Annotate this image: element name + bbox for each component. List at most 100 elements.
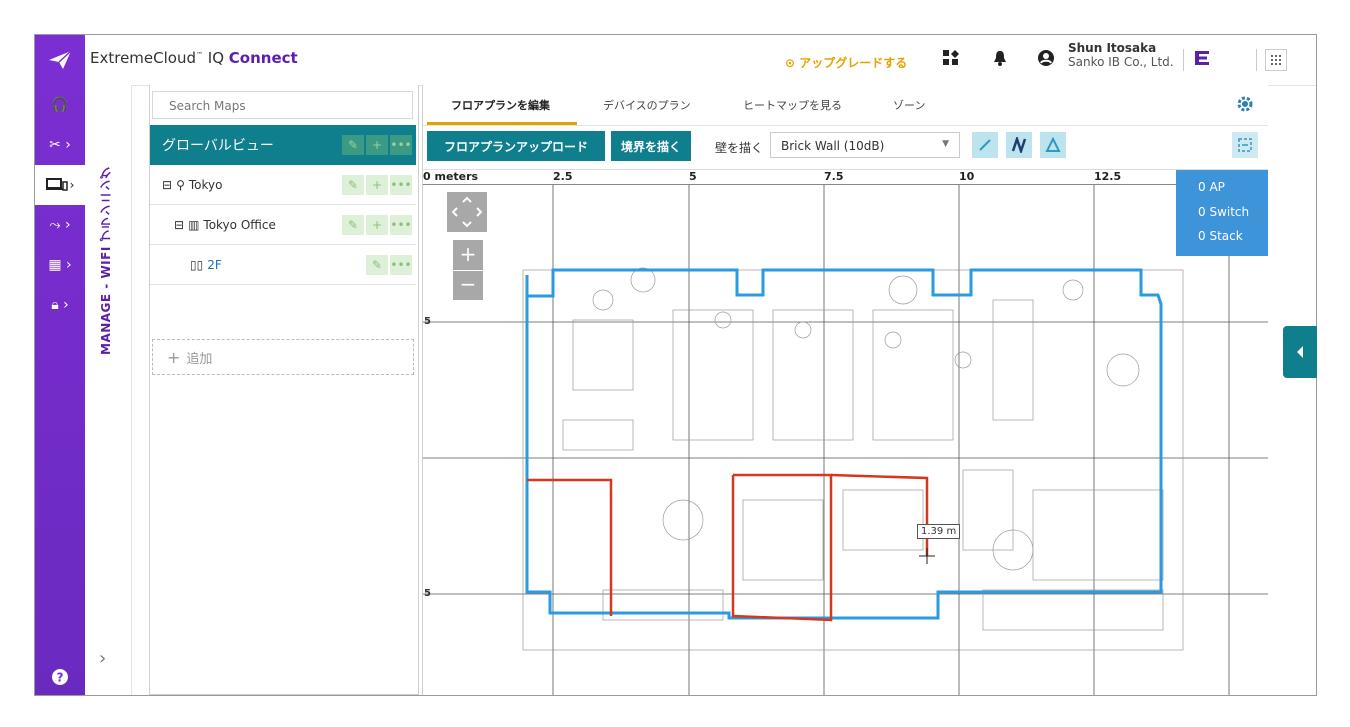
device-count-panel: 0 AP 0 Switch 0 Stack bbox=[1176, 170, 1268, 256]
more-icon[interactable]: ••• bbox=[390, 135, 412, 155]
add-icon[interactable]: + bbox=[366, 175, 388, 195]
tab-zones[interactable]: ゾーン bbox=[893, 97, 925, 113]
tab-device-plan[interactable]: デバイスのプラン bbox=[603, 97, 691, 113]
row-actions: ✎ + ••• bbox=[342, 215, 412, 235]
tree-item-tokyo-office[interactable]: ⊟ ▥ Tokyo Office ✎ + ••• bbox=[150, 205, 416, 245]
stack-count: 0 Stack bbox=[1198, 229, 1243, 243]
devices-icon bbox=[45, 178, 68, 191]
caret-left-icon bbox=[1297, 346, 1303, 358]
chevron-right-icon: › bbox=[69, 178, 75, 192]
global-view-label: グローバルビュー bbox=[162, 138, 274, 154]
side-panel-toggle[interactable] bbox=[1283, 326, 1317, 378]
pan-control[interactable] bbox=[447, 192, 487, 232]
ruler-label: 12.5 bbox=[1094, 170, 1122, 183]
tab-edit-floorplan[interactable]: フロアプランを編集 bbox=[451, 97, 550, 113]
floorplan-main: フロアプランを編集 デバイスのプラン ヒートマップを見る ゾーン フロアプランア… bbox=[422, 85, 1268, 695]
upgrade-link[interactable]: ⊙ アップグレードする bbox=[785, 54, 907, 71]
nav-configure[interactable]: ✂ › bbox=[35, 125, 85, 165]
edit-icon[interactable]: ✎ bbox=[342, 175, 364, 195]
wall-segment[interactable] bbox=[731, 473, 833, 622]
nav-manage[interactable]: › bbox=[35, 165, 85, 205]
location-pin-icon: ⚲ bbox=[176, 177, 185, 192]
ruler-label: 5 bbox=[689, 170, 697, 183]
left-navigation: 🎧 ✂ › › ⤳ › ▦ › 🔒︎ › ? › bbox=[35, 85, 85, 695]
ruler-label: 0 meters bbox=[423, 170, 479, 183]
tree-item-label: Tokyo bbox=[188, 177, 223, 192]
draw-wall-label: 壁を描く bbox=[715, 141, 764, 155]
wall-type-select[interactable]: Brick Wall (10dB) ▼ bbox=[770, 132, 960, 158]
wall-segment[interactable] bbox=[830, 473, 929, 556]
bell-icon[interactable] bbox=[989, 47, 1011, 69]
draw-polygon-tool[interactable] bbox=[1040, 132, 1066, 158]
tree-global-view[interactable]: グローバルビュー ✎ + ••• bbox=[150, 125, 416, 165]
row-actions: ✎ + ••• bbox=[342, 135, 412, 155]
zoom-control: + − bbox=[453, 240, 483, 300]
top-bar: ExtremeCloud™ IQ Connect ⊙ アップグレードする Shu… bbox=[35, 35, 1316, 86]
lock-icon: 🔒︎ › bbox=[51, 297, 69, 313]
help-icon: ? bbox=[52, 669, 68, 685]
draw-line-tool[interactable] bbox=[972, 132, 998, 158]
upload-floorplan-button[interactable]: フロアプランアップロード bbox=[427, 131, 605, 161]
section-label-column: MANAGE - WIFI プランニング › bbox=[85, 85, 132, 695]
nav-apps[interactable]: ▦ › bbox=[35, 245, 85, 285]
tree-item-2f[interactable]: ▯▯ 2F ✎ ••• bbox=[150, 245, 416, 285]
nav-support[interactable]: 🎧 bbox=[35, 85, 85, 125]
collapse-icon[interactable]: ⊟ bbox=[150, 218, 184, 232]
measurement-tooltip: 1.39 m bbox=[917, 524, 961, 539]
add-map-button[interactable]: + 追加 bbox=[152, 339, 414, 375]
more-icon[interactable]: ••• bbox=[390, 255, 412, 275]
floorplan-drawing[interactable] bbox=[423, 170, 1268, 695]
nav-help[interactable]: ? bbox=[35, 657, 85, 695]
edit-icon[interactable]: ✎ bbox=[342, 135, 364, 155]
edit-icon[interactable]: ✎ bbox=[366, 255, 388, 275]
user-avatar-icon[interactable] bbox=[1035, 47, 1057, 69]
switch-count: 0 Switch bbox=[1198, 205, 1250, 219]
tree-item-label: 2F bbox=[207, 257, 222, 272]
add-icon[interactable]: + bbox=[366, 135, 388, 155]
nav-security[interactable]: 🔒︎ › bbox=[35, 285, 85, 325]
svg-text:?: ? bbox=[57, 671, 64, 685]
search-maps-input[interactable]: Search Maps bbox=[152, 91, 413, 119]
user-name: Shun Itosaka bbox=[1068, 41, 1157, 55]
edit-icon[interactable]: ✎ bbox=[342, 215, 364, 235]
row-actions: ✎ + ••• bbox=[342, 175, 412, 195]
app-switcher-icon[interactable] bbox=[1265, 49, 1287, 71]
ruler-label: 2.5 bbox=[553, 170, 573, 183]
fit-screen-tool[interactable] bbox=[1232, 132, 1258, 158]
ap-count: 0 AP bbox=[1198, 180, 1225, 194]
add-icon[interactable]: + bbox=[366, 215, 388, 235]
zoom-in-button[interactable]: + bbox=[453, 240, 483, 271]
zoom-out-button[interactable]: − bbox=[453, 271, 483, 301]
ruler-label: 7.5 bbox=[824, 170, 844, 183]
wall-type-value: Brick Wall (10dB) bbox=[781, 139, 885, 153]
dropdown-caret-icon: ▼ bbox=[942, 139, 949, 149]
app-logo[interactable] bbox=[35, 35, 85, 85]
tab-heatmap[interactable]: ヒートマップを見る bbox=[743, 97, 842, 113]
expand-chevron-icon[interactable]: › bbox=[99, 648, 106, 669]
gear-icon[interactable] bbox=[1236, 95, 1254, 117]
nav-monitor[interactable]: ⤳ › bbox=[35, 205, 85, 245]
tools-icon: ✂ › bbox=[49, 137, 71, 153]
add-label: 追加 bbox=[186, 351, 213, 367]
apps-grid-icon[interactable] bbox=[940, 47, 962, 69]
meter-ruler: 0 meters 2.5 5 7.5 10 12.5 bbox=[423, 170, 1268, 185]
building-icon: ▥ bbox=[188, 217, 200, 232]
draw-polyline-tool[interactable] bbox=[1006, 132, 1032, 158]
more-icon[interactable]: ••• bbox=[390, 215, 412, 235]
floorplan-canvas[interactable]: 0 meters 2.5 5 7.5 10 12.5 5 5 + − 1.39 … bbox=[423, 169, 1268, 695]
wall-segment[interactable] bbox=[527, 478, 613, 616]
user-info[interactable]: Shun Itosaka Sanko IB Co., Ltd. bbox=[1068, 41, 1174, 69]
draw-boundary-button[interactable]: 境界を描く bbox=[611, 131, 691, 161]
floorplan-toolbar: フロアプランアップロード 境界を描く 壁を描く Brick Wall (10dB… bbox=[423, 125, 1268, 167]
triangle-icon bbox=[1045, 137, 1061, 152]
collapse-icon[interactable]: ⊟ bbox=[150, 178, 172, 192]
upgrade-arrow-icon: ⊙ bbox=[785, 56, 796, 70]
line-icon bbox=[979, 139, 991, 151]
more-icon[interactable]: ••• bbox=[390, 175, 412, 195]
plus-icon: + bbox=[167, 347, 181, 367]
side-ruler-label: 5 bbox=[424, 316, 431, 327]
extreme-logo-icon[interactable] bbox=[1191, 47, 1213, 69]
row-actions: ✎ ••• bbox=[366, 255, 412, 275]
headset-icon: 🎧 bbox=[51, 97, 69, 113]
tree-item-tokyo[interactable]: ⊟ ⚲ Tokyo ✎ + ••• bbox=[150, 165, 416, 205]
